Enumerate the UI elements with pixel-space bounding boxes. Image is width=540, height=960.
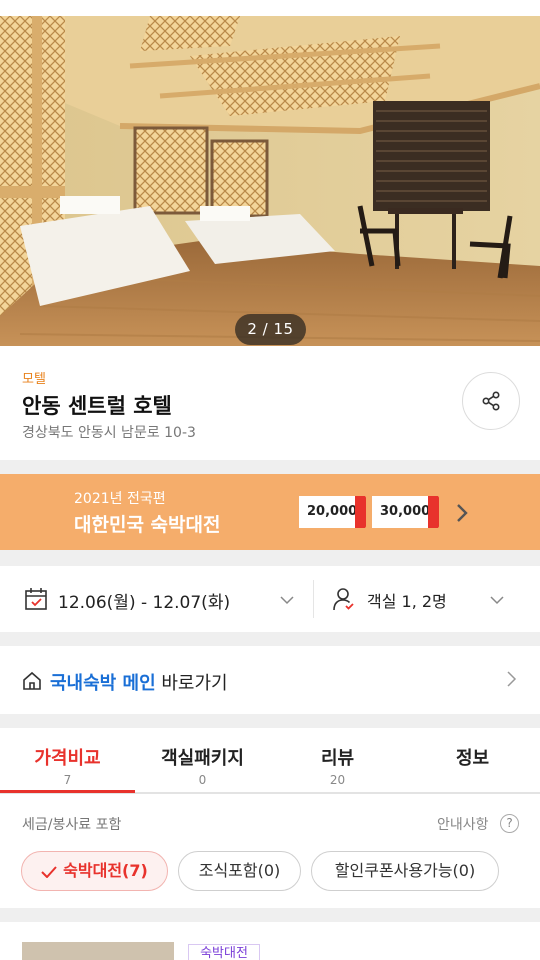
domestic-link-text: 국내숙박 메인 바로가기 [50,669,228,695]
tab-count: 20 [329,773,346,787]
calendar-icon [25,588,47,610]
person-icon [333,588,354,611]
filter-chip-stay-festival[interactable]: 숙박대전(7) [21,851,168,891]
chevron-right-icon [457,504,468,522]
guest-count: 객실 1, 2명 [367,592,447,611]
check-icon [41,865,57,878]
hotel-category: 모텔 [22,372,46,387]
tab-label: 객실패키지 [161,748,244,769]
tab-label: 정보 [455,748,490,769]
section-divider [0,908,540,922]
section-divider [0,714,540,728]
share-icon [482,391,500,411]
tab-label: 리뷰 [320,748,355,769]
tab-info[interactable]: 정보 [405,744,540,770]
tab-review[interactable]: 리뷰 20 [270,744,405,787]
share-button[interactable] [462,372,520,430]
domestic-link-highlight: 국내숙박 메인 [50,673,156,694]
tab-room-package[interactable]: 객실패키지 0 [135,744,270,787]
chip-label: 조식포함(0) [198,861,281,880]
date-range: 12.06(월) - 12.07(화) [58,593,231,613]
guest-selector[interactable]: 객실 1, 2명 [314,566,540,632]
coupon-amount: 30,000 [380,504,431,519]
room-badge: 숙박대전 [188,944,260,960]
room-thumbnail[interactable] [22,942,174,960]
filter-chip-breakfast[interactable]: 조식포함(0) [178,851,301,891]
booking-selector-row: 12.06(월) - 12.07(화) 객실 1, 2명 [0,566,540,632]
hotel-info-section: 모텔 안동 센트럴 호텔 경상북도 안동시 남문로 10-3 [0,346,540,460]
coupon-badge: 20,000 [299,496,366,528]
active-tab-indicator [0,790,135,793]
coupon-badge: 30,000 [372,496,439,528]
tab-count: 7 [63,773,72,787]
date-selector[interactable]: 12.06(월) - 12.07(화) [0,566,313,632]
promo-banner[interactable]: 2021년 전국편 대한민국 숙박대전 20,000 30,000 [0,474,540,550]
tab-count: 0 [198,773,207,787]
chevron-down-icon [490,596,504,605]
domestic-stay-main-link[interactable]: 국내숙박 메인 바로가기 [0,646,540,714]
section-divider [0,632,540,646]
coupon-stripe [355,496,365,528]
coupon-stripe [428,496,438,528]
coupon-amount: 20,000 [307,504,358,519]
tab-price-compare[interactable]: 가격비교 7 [0,744,135,787]
chip-label: 숙박대전(7) [63,861,148,880]
hotel-name: 안동 센트럴 호텔 [22,394,172,418]
tab-label: 가격비교 [34,748,101,769]
chevron-right-icon [507,671,517,687]
hotel-room-photo [0,16,540,346]
banner-title: 대한민국 숙박대전 [74,514,221,536]
section-divider [0,460,540,474]
question-icon[interactable]: ? [500,814,519,833]
hotel-address: 경상북도 안동시 남문로 10-3 [22,425,196,441]
notice-link[interactable]: 안내사항 [437,814,489,834]
banner-year-text: 2021년 전국편 [74,491,166,507]
section-divider [0,550,540,566]
chevron-down-icon [280,596,294,605]
filter-chip-coupon[interactable]: 할인쿠폰사용가능(0) [311,851,499,891]
tax-included-note: 세금/봉사료 포함 [22,817,122,833]
chip-label: 할인쿠폰사용가능(0) [334,861,476,880]
domestic-link-rest: 바로가기 [155,673,228,694]
detail-tabs: 가격비교 7 객실패키지 0 리뷰 20 정보 [0,728,540,794]
hotel-photo-carousel[interactable]: 2 / 15 [0,16,540,346]
home-icon [23,671,41,690]
photo-counter: 2 / 15 [235,314,306,345]
